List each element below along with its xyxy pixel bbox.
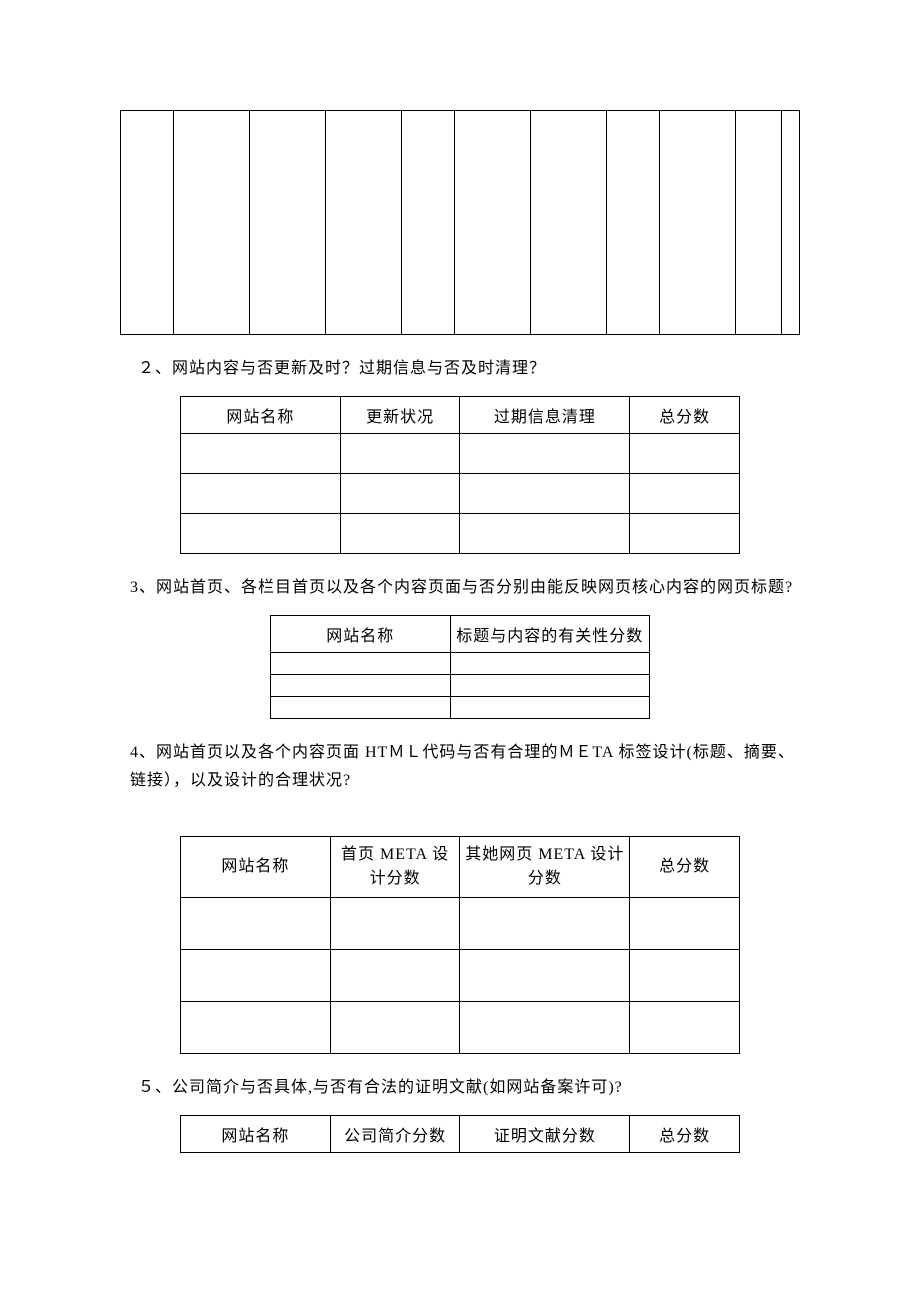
cell: [173, 111, 249, 335]
cell: [250, 111, 326, 335]
table-q5: 网站名称 公司简介分数 证明文献分数 总分数: [180, 1115, 740, 1153]
cell: [326, 111, 402, 335]
table-row: [181, 513, 740, 553]
top-blank-table: [120, 110, 800, 335]
cell: [736, 111, 782, 335]
table-row: [181, 473, 740, 513]
table-row: [121, 111, 800, 335]
table-header-row: 网站名称 公司简介分数 证明文献分数 总分数: [181, 1115, 740, 1152]
col-title-relevance: 标题与内容的有关性分数: [450, 615, 649, 652]
table-header-row: 网站名称 更新状况 过期信息清理 总分数: [181, 396, 740, 433]
col-update-status: 更新状况: [340, 396, 460, 433]
table-row: [181, 433, 740, 473]
cell: [271, 652, 451, 674]
cell: [181, 898, 331, 950]
col-proof-doc-score: 证明文献分数: [460, 1115, 630, 1152]
cell: [782, 111, 800, 335]
cell: [181, 513, 341, 553]
col-site-name: 网站名称: [271, 615, 451, 652]
cell: [450, 652, 649, 674]
cell: [450, 674, 649, 696]
cell: [455, 111, 531, 335]
question-3-text: 3、网站首页、各栏目首页以及各个内容页面与否分别由能反映网页核心内容的网页标题?: [130, 574, 800, 603]
table-row: [271, 674, 650, 696]
question-2-text: ２、网站内容与否更新及时？过期信息与否及时清理？: [138, 355, 800, 384]
col-total-score: 总分数: [630, 837, 740, 898]
cell: [660, 111, 736, 335]
cell: [181, 473, 341, 513]
cell: [460, 950, 630, 1002]
cell: [460, 513, 630, 553]
table-row: [271, 652, 650, 674]
cell: [630, 433, 740, 473]
cell: [630, 1002, 740, 1054]
cell: [460, 1002, 630, 1054]
cell: [450, 696, 649, 718]
cell: [340, 433, 460, 473]
cell: [630, 473, 740, 513]
cell: [340, 513, 460, 553]
col-site-name: 网站名称: [181, 396, 341, 433]
table-header-row: 网站名称 标题与内容的有关性分数: [271, 615, 650, 652]
col-site-name: 网站名称: [181, 837, 331, 898]
cell: [330, 950, 460, 1002]
cell: [181, 950, 331, 1002]
cell: [271, 674, 451, 696]
table-q4: 网站名称 首页 META 设计分数 其她网页 META 设计分数 总分数: [180, 836, 740, 1054]
cell: [630, 950, 740, 1002]
table-q3: 网站名称 标题与内容的有关性分数: [270, 615, 650, 719]
cell: [181, 433, 341, 473]
cell: [330, 898, 460, 950]
cell: [607, 111, 660, 335]
question-5-text: ５、公司简介与否具体,与否有合法的证明文献(如网站备案许可)?: [138, 1074, 800, 1103]
table-q2: 网站名称 更新状况 过期信息清理 总分数: [180, 396, 740, 554]
cell: [121, 111, 174, 335]
cell: [460, 433, 630, 473]
cell: [181, 1002, 331, 1054]
col-home-meta-score: 首页 META 设计分数: [330, 837, 460, 898]
table-row: [181, 950, 740, 1002]
document-page: ２、网站内容与否更新及时？过期信息与否及时清理？ 网站名称 更新状况 过期信息清…: [0, 110, 920, 1253]
cell: [402, 111, 455, 335]
cell: [271, 696, 451, 718]
col-company-profile-score: 公司简介分数: [330, 1115, 460, 1152]
col-expired-cleanup: 过期信息清理: [460, 396, 630, 433]
table-row: [181, 1002, 740, 1054]
col-total-score: 总分数: [630, 396, 740, 433]
cell: [330, 1002, 460, 1054]
col-other-meta-score: 其她网页 META 设计分数: [460, 837, 630, 898]
table-header-row: 网站名称 首页 META 设计分数 其她网页 META 设计分数 总分数: [181, 837, 740, 898]
cell: [630, 513, 740, 553]
cell: [460, 898, 630, 950]
table-row: [181, 898, 740, 950]
cell: [531, 111, 607, 335]
col-total-score: 总分数: [630, 1115, 740, 1152]
cell: [460, 473, 630, 513]
question-4-text: 4、网站首页以及各个内容页面 HTＭＬ代码与否有合理的ＭＥTA 标签设计(标题、…: [130, 739, 800, 797]
cell: [630, 898, 740, 950]
table-row: [271, 696, 650, 718]
col-site-name: 网站名称: [181, 1115, 331, 1152]
cell: [340, 473, 460, 513]
